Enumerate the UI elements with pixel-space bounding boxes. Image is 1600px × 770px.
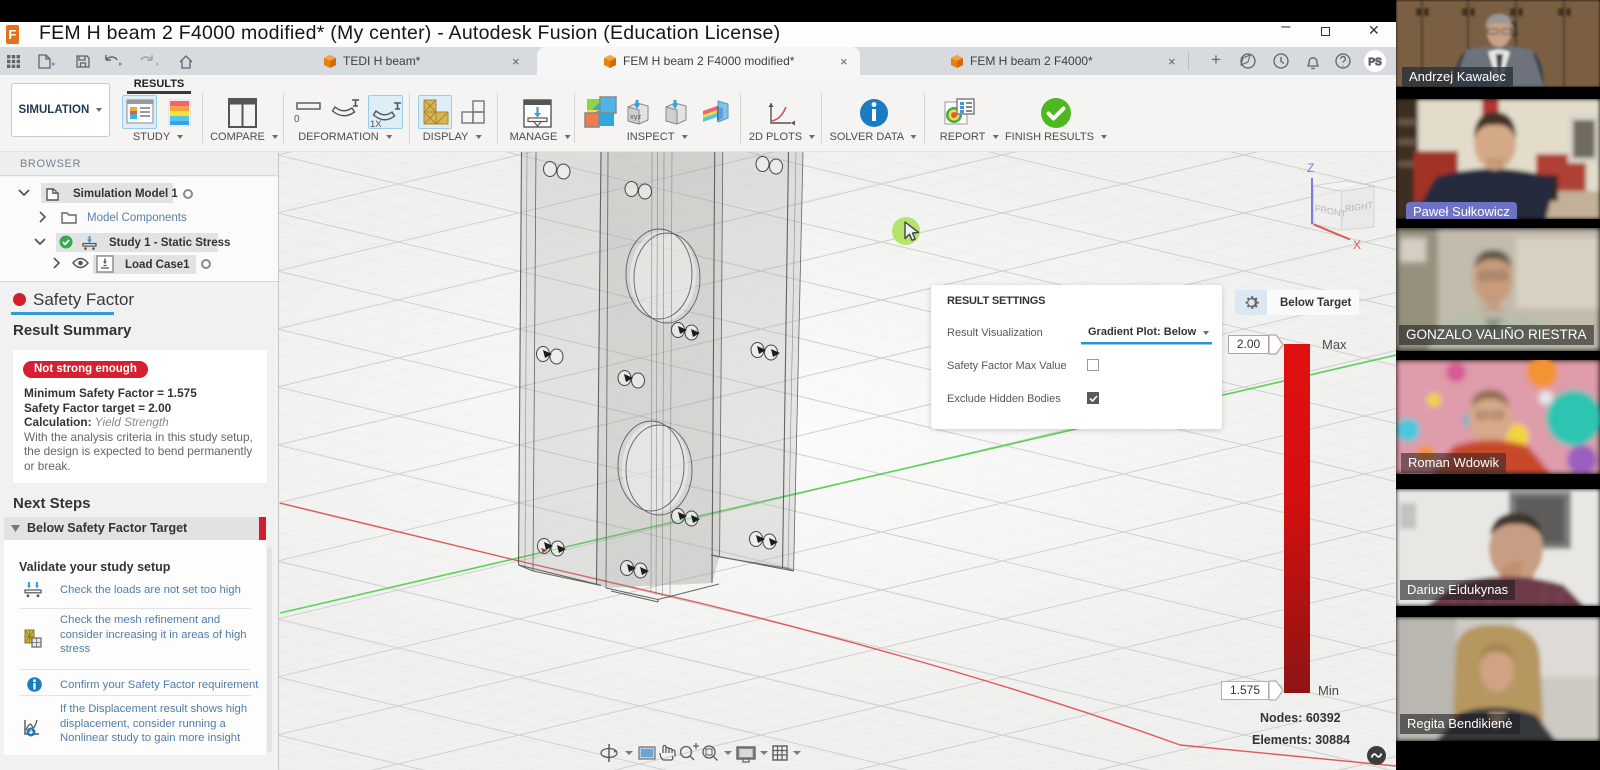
svg-text:1X: 1X bbox=[370, 119, 382, 130]
svg-text:PS: PS bbox=[1368, 57, 1382, 68]
svg-text:xyz: xyz bbox=[630, 112, 642, 121]
svg-text:Z: Z bbox=[1307, 161, 1314, 175]
svg-text:X: X bbox=[1353, 238, 1361, 252]
svg-text:0: 0 bbox=[294, 114, 300, 125]
